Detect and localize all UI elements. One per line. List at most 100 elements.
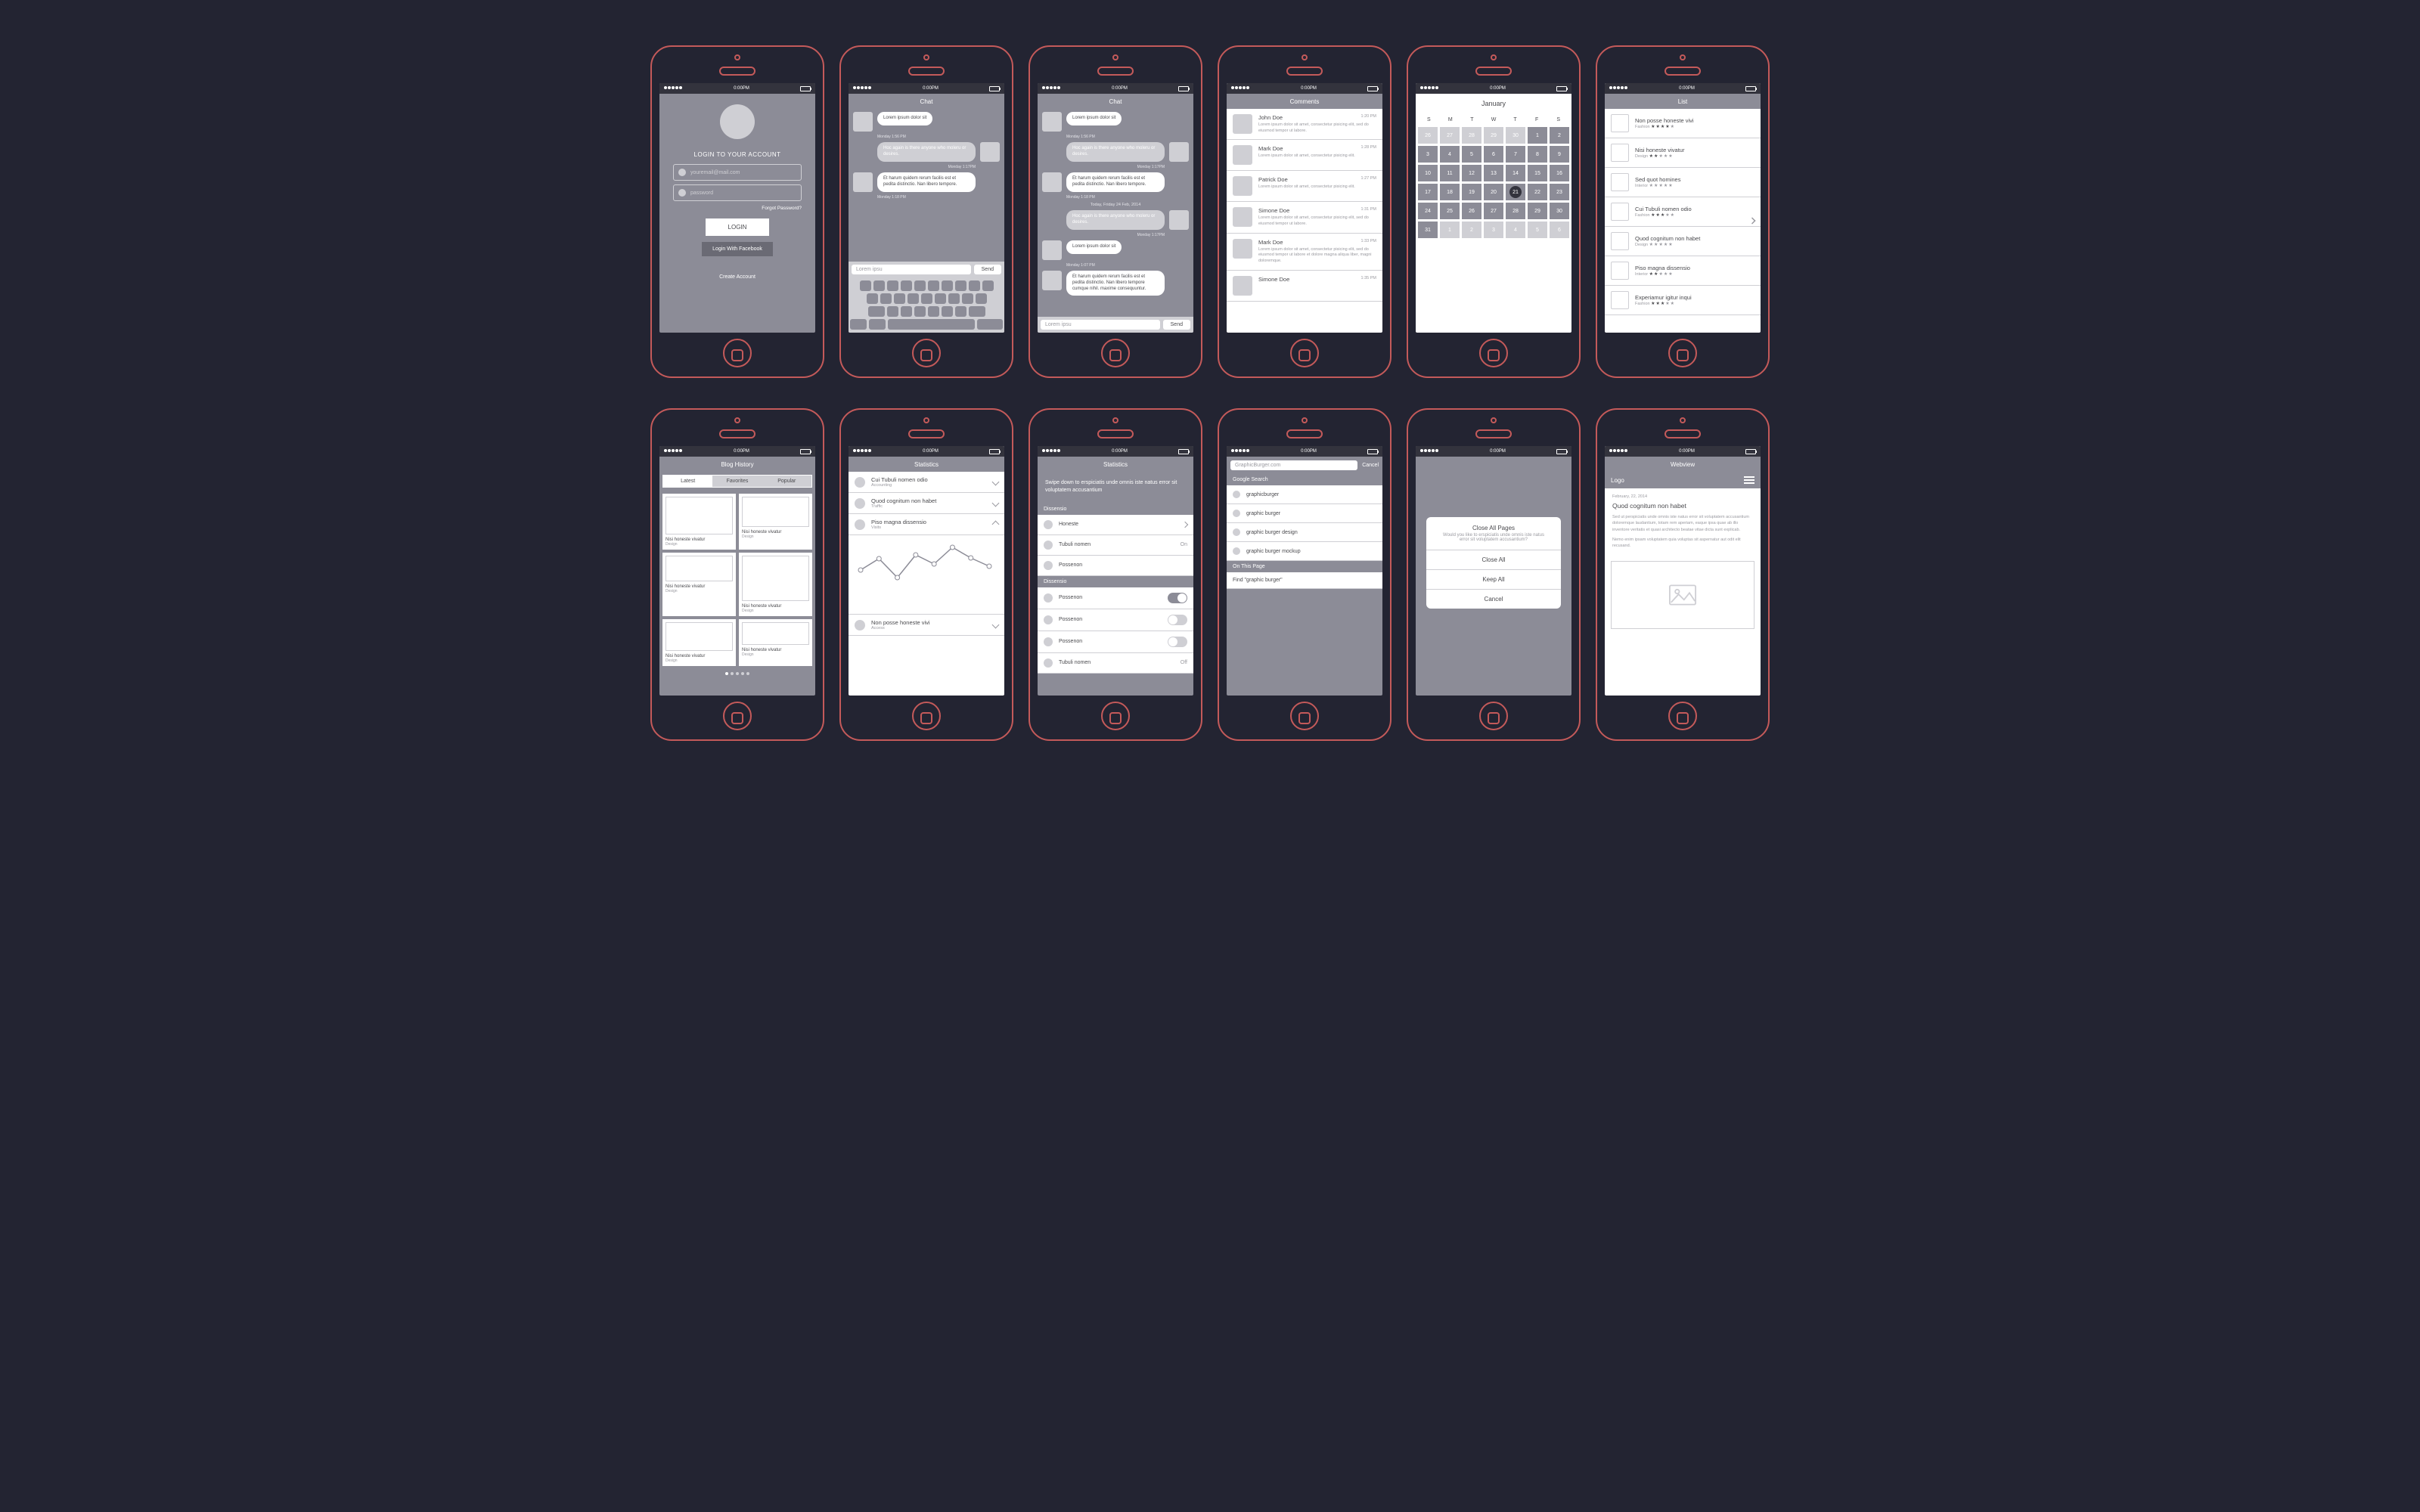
stats-row[interactable]: Cui Tubuli nomen odioAccounting [849,472,1004,493]
calendar-day[interactable]: 29 [1528,203,1547,219]
find-on-page[interactable]: Find "graphic burger" [1227,572,1382,589]
calendar-day[interactable]: 25 [1440,203,1460,219]
calendar-day[interactable]: 14 [1506,165,1525,181]
dialog-option[interactable]: Close All [1426,550,1561,569]
calendar-day[interactable]: 12 [1462,165,1481,181]
list-item[interactable]: Nisi honeste vivaturDesign ★★★★★ [1605,138,1761,168]
settings-row[interactable]: Honeste [1038,515,1193,535]
calendar-day[interactable]: 3 [1484,222,1503,238]
calendar-day[interactable]: 21 [1506,184,1525,200]
calendar-day[interactable]: 11 [1440,165,1460,181]
calendar-day[interactable]: 10 [1418,165,1438,181]
calendar-day[interactable]: 28 [1462,127,1481,144]
calendar-day[interactable]: 1 [1528,127,1547,144]
hamburger-icon[interactable] [1744,476,1754,484]
search-suggestion[interactable]: graphic burger mockup [1227,542,1382,561]
send-button[interactable]: Send [1163,320,1190,330]
stats-row-subtitle: Visits [871,525,993,530]
calendar-day[interactable]: 19 [1462,184,1481,200]
settings-row[interactable]: Possenon [1038,556,1193,576]
forgot-password-link[interactable]: Forgot Password? [762,206,802,211]
calendar-day[interactable]: 27 [1484,203,1503,219]
calendar-day[interactable]: 29 [1484,127,1503,144]
calendar-day[interactable]: 15 [1528,165,1547,181]
settings-row[interactable]: Possenon [1038,609,1193,631]
blog-tab[interactable]: Favorites [712,476,762,487]
blog-tab[interactable]: Popular [762,476,811,487]
stats-row[interactable]: Piso magna dissensioVisits [849,514,1004,535]
calendar-day[interactable]: 23 [1550,184,1569,200]
settings-row[interactable]: Possenon [1038,587,1193,609]
toggle[interactable] [1168,593,1187,603]
calendar-day[interactable]: 6 [1484,146,1503,163]
blog-card[interactable]: Nisi honeste vivaturDesign [662,553,736,616]
list-item[interactable]: Experiamur igitur inquiFashion ★★★★★ [1605,286,1761,315]
blog-card[interactable]: Nisi honeste vivaturDesign [662,494,736,550]
settings-row[interactable]: Tubuli nomenOff [1038,653,1193,674]
list-item[interactable]: Quod cognitum non habetDesign ★★★★★ [1605,227,1761,256]
calendar-day[interactable]: 26 [1418,127,1438,144]
list-item[interactable]: Piso magna dissensioInterior ★★★★★ [1605,256,1761,286]
blog-card[interactable]: Nisi honeste vivaturDesign [739,553,812,616]
settings-row[interactable]: Possenon [1038,631,1193,653]
calendar-day[interactable]: 4 [1440,146,1460,163]
keyboard[interactable] [849,277,1004,333]
comment-item: Mark Doe1:33 PMLorem ipsum dolor sit ame… [1227,234,1382,271]
chat-input[interactable]: Lorem ipsu [1041,320,1160,330]
calendar-day[interactable]: 5 [1528,222,1547,238]
chat-input[interactable]: Lorem ipsu [852,265,971,274]
login-button[interactable]: LOGIN [706,218,770,236]
dialog-option[interactable]: Cancel [1426,589,1561,609]
calendar-day[interactable]: 13 [1484,165,1503,181]
calendar-day[interactable]: 17 [1418,184,1438,200]
search-suggestion[interactable]: graphic burger design [1227,523,1382,542]
send-button[interactable]: Send [974,265,1001,274]
calendar-day[interactable]: 2 [1462,222,1481,238]
calendar-day[interactable]: 30 [1506,127,1525,144]
calendar-grid[interactable]: 2627282930123456789101112131415161718192… [1416,125,1571,240]
blog-card[interactable]: Nisi honeste vivaturDesign [662,619,736,666]
list-header: List [1605,94,1761,109]
calendar-day[interactable]: 26 [1462,203,1481,219]
blog-tab[interactable]: Latest [663,476,712,487]
calendar-day[interactable]: 5 [1462,146,1481,163]
calendar-day[interactable]: 9 [1550,146,1569,163]
search-input[interactable]: GraphicBurger.com [1230,460,1357,470]
status-time: 0:00PM [734,86,749,91]
list-item[interactable]: Sed quot hominesInterior ★★★★★ [1605,168,1761,197]
calendar-day[interactable]: 31 [1418,222,1438,238]
calendar-day[interactable]: 6 [1550,222,1569,238]
list-item[interactable]: Cui Tubuli nomen odioFashion ★★★★★ [1605,197,1761,227]
list-item[interactable]: Non posse honeste viviFashion ★★★★★ [1605,109,1761,138]
calendar-day[interactable]: 1 [1440,222,1460,238]
toggle[interactable] [1168,615,1187,625]
search-suggestion[interactable]: graphic burger [1227,504,1382,523]
calendar-day[interactable]: 16 [1550,165,1569,181]
facebook-login-button[interactable]: Login With Facebook [702,242,773,256]
search-suggestion[interactable]: graphicburger [1227,485,1382,504]
calendar-day[interactable]: 2 [1550,127,1569,144]
calendar-day[interactable]: 7 [1506,146,1525,163]
calendar-day[interactable]: 20 [1484,184,1503,200]
email-field[interactable]: youremail@mail.com [673,164,802,181]
password-field[interactable]: password [673,184,802,201]
cancel-button[interactable]: Cancel [1362,463,1379,468]
calendar-day[interactable]: 24 [1418,203,1438,219]
calendar-day[interactable]: 22 [1528,184,1547,200]
stats-row[interactable]: Non posse honeste viviAccess [849,615,1004,636]
calendar-day[interactable]: 28 [1506,203,1525,219]
stats-row[interactable]: Quod cognitum non habetTraffic [849,493,1004,514]
calendar-day[interactable]: 3 [1418,146,1438,163]
create-account-link[interactable]: Create Account [719,274,755,280]
blog-segmented[interactable]: LatestFavoritesPopular [662,475,812,488]
calendar-day[interactable]: 18 [1440,184,1460,200]
toggle[interactable] [1168,637,1187,647]
calendar-day[interactable]: 30 [1550,203,1569,219]
blog-card[interactable]: Nisi honeste vivaturDesign [739,494,812,550]
blog-card[interactable]: Nisi honeste vivaturDesign [739,619,812,666]
calendar-day[interactable]: 27 [1440,127,1460,144]
dialog-option[interactable]: Keep All [1426,569,1561,589]
calendar-day[interactable]: 8 [1528,146,1547,163]
calendar-day[interactable]: 4 [1506,222,1525,238]
settings-row[interactable]: Tubuli nomenOn [1038,535,1193,556]
